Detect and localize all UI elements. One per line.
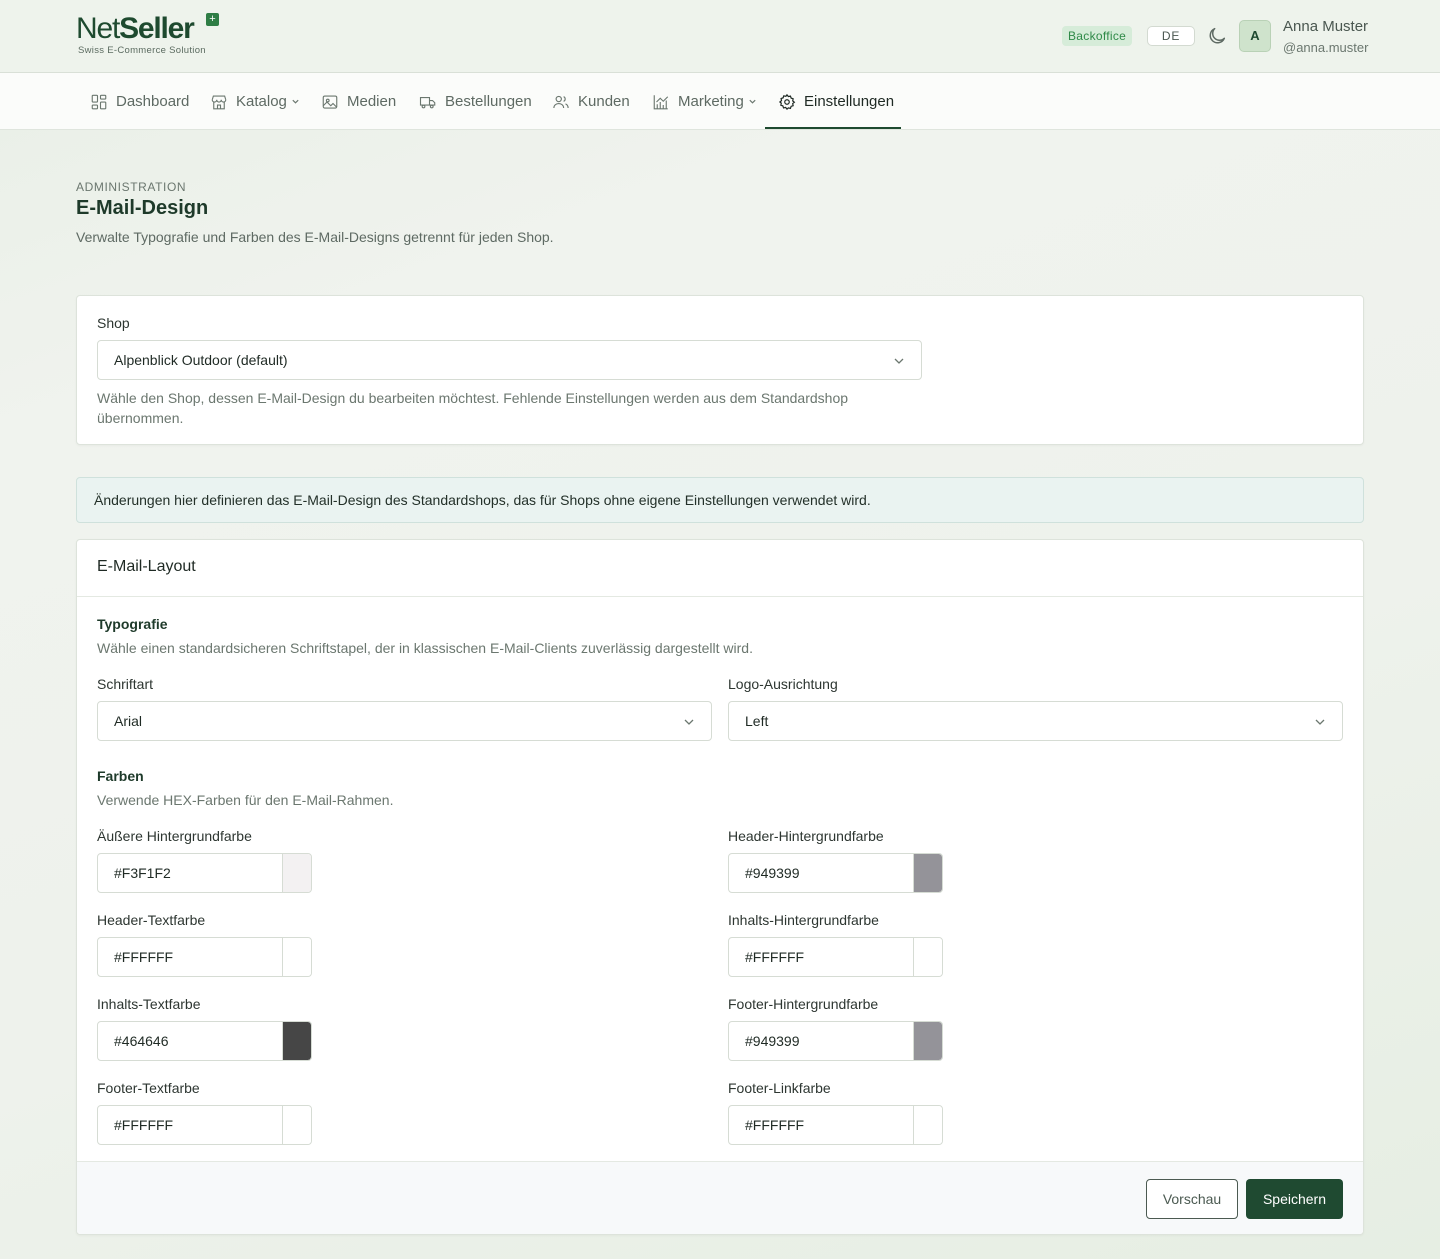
- chevron-down-icon: [749, 99, 756, 104]
- user-handle: @anna.muster: [1283, 40, 1369, 55]
- nav-item-kunden[interactable]: Kunden: [552, 73, 630, 130]
- footer-text-color-input[interactable]: #FFFFFF: [97, 1105, 312, 1145]
- user-name: Anna Muster: [1283, 18, 1369, 35]
- store-icon: [211, 94, 227, 109]
- nav-label: Einstellungen: [804, 93, 895, 110]
- color-value: #464646: [114, 1033, 169, 1049]
- shop-label: Shop: [97, 315, 130, 331]
- font-select[interactable]: Arial: [97, 701, 712, 741]
- font-select-value: Arial: [114, 713, 143, 729]
- nav-item-medien[interactable]: Medien: [321, 73, 396, 130]
- main-navigation: Dashboard Katalog Medien Bestellungen Ku…: [0, 73, 1440, 130]
- content-text-color-input[interactable]: #464646: [97, 1021, 312, 1061]
- chevron-down-icon: [894, 358, 904, 364]
- language-switcher[interactable]: DE: [1147, 26, 1195, 46]
- image-icon: [322, 94, 338, 109]
- header-background-color-input[interactable]: #949399: [728, 853, 943, 893]
- info-alert: Änderungen hier definieren das E-Mail-De…: [76, 477, 1364, 523]
- chevron-down-icon: [292, 99, 299, 104]
- color-value: #FFFFFF: [745, 1117, 805, 1133]
- page-description: Verwalte Typografie und Farben des E-Mai…: [76, 229, 554, 245]
- users-icon: [553, 95, 569, 108]
- logo-alignment-label: Logo-Ausrichtung: [728, 676, 838, 692]
- color-label: Header-Hintergrundfarbe: [728, 828, 884, 844]
- nav-item-katalog[interactable]: Katalog: [210, 73, 300, 130]
- colors-title: Farben: [97, 768, 144, 784]
- netseller-logo[interactable]: NetSeller + Swiss E-Commerce Solution: [76, 12, 226, 58]
- color-value: #FFFFFF: [114, 1117, 174, 1133]
- color-swatch[interactable]: [913, 1022, 942, 1060]
- color-label: Footer-Hintergrundfarbe: [728, 996, 879, 1012]
- logo-alignment-select[interactable]: Left: [728, 701, 1343, 741]
- shop-select-value: Alpenblick Outdoor (default): [114, 352, 288, 368]
- content-background-color-input[interactable]: #FFFFFF: [728, 937, 943, 977]
- color-label: Header-Textfarbe: [97, 912, 206, 928]
- logo-alignment-value: Left: [745, 713, 769, 729]
- color-label: Inhalts-Textfarbe: [97, 996, 201, 1012]
- color-label: Äußere Hintergrundfarbe: [97, 828, 252, 844]
- logo-text-net: Net: [76, 12, 120, 45]
- moon-icon: [1209, 27, 1226, 44]
- top-header: NetSeller + Swiss E-Commerce Solution Ba…: [0, 0, 1440, 73]
- font-label: Schriftart: [97, 676, 154, 692]
- chevron-down-icon: [684, 719, 694, 725]
- gear-icon: [778, 93, 796, 110]
- theme-toggle-button[interactable]: [1206, 25, 1228, 47]
- footer-link-color-input[interactable]: #FFFFFF: [728, 1105, 943, 1145]
- save-button[interactable]: Speichern: [1246, 1179, 1343, 1219]
- logo-tagline: Swiss E-Commerce Solution: [78, 45, 206, 56]
- color-swatch[interactable]: [913, 854, 942, 892]
- footer-background-color-input[interactable]: #949399: [728, 1021, 943, 1061]
- color-swatch[interactable]: [913, 938, 942, 976]
- page-eyebrow: ADMINISTRATION: [76, 180, 187, 194]
- header-text-color-input[interactable]: #FFFFFF: [97, 937, 312, 977]
- logo-text-seller: Seller: [119, 12, 195, 45]
- shop-card: Shop Alpenblick Outdoor (default) Wähle …: [76, 295, 1364, 445]
- color-swatch[interactable]: [282, 938, 311, 976]
- card-header: E-Mail-Layout: [77, 540, 1363, 597]
- color-label: Footer-Linkfarbe: [728, 1080, 831, 1096]
- card-title: E-Mail-Layout: [97, 558, 196, 575]
- color-value: #FFFFFF: [745, 949, 805, 965]
- email-layout-card: E-Mail-Layout Typografie Wähle einen sta…: [76, 539, 1364, 1235]
- nav-label: Marketing: [678, 93, 744, 110]
- color-swatch[interactable]: [282, 854, 311, 892]
- nav-label: Katalog: [236, 93, 287, 110]
- nav-label: Bestellungen: [445, 93, 532, 110]
- color-swatch[interactable]: [282, 1022, 311, 1060]
- nav-item-einstellungen[interactable]: Einstellungen: [778, 73, 894, 130]
- nav-label: Dashboard: [116, 93, 190, 110]
- shop-select[interactable]: Alpenblick Outdoor (default): [97, 340, 922, 380]
- nav-label: Kunden: [578, 93, 630, 110]
- outer-background-color-input[interactable]: #F3F1F2: [97, 853, 312, 893]
- active-tab-indicator: [765, 127, 901, 129]
- shop-help-text: Wähle den Shop, dessen E-Mail-Design du …: [97, 390, 849, 426]
- nav-label: Medien: [347, 93, 397, 110]
- color-swatch[interactable]: [913, 1106, 942, 1144]
- colors-description: Verwende HEX-Farben für den E-Mail-Rahme…: [97, 792, 394, 808]
- color-value: #949399: [745, 865, 800, 881]
- page-title: E-Mail-Design: [76, 197, 209, 219]
- backoffice-badge: Backoffice: [1062, 26, 1133, 46]
- chevron-down-icon: [1315, 719, 1325, 725]
- color-label: Inhalts-Hintergrundfarbe: [728, 912, 879, 928]
- color-value: #949399: [745, 1033, 800, 1049]
- truck-icon: [419, 96, 436, 108]
- card-footer: Vorschau Speichern: [77, 1161, 1363, 1234]
- avatar[interactable]: A: [1239, 20, 1271, 52]
- preview-button[interactable]: Vorschau: [1146, 1179, 1238, 1219]
- nav-item-marketing[interactable]: Marketing: [652, 73, 757, 130]
- typography-description: Wähle einen standardsicheren Schriftstap…: [97, 640, 753, 656]
- typography-title: Typografie: [97, 616, 168, 632]
- logo-plus-icon: +: [206, 13, 219, 26]
- chart-icon: [653, 94, 669, 109]
- nav-item-bestellungen[interactable]: Bestellungen: [419, 73, 532, 130]
- color-swatch[interactable]: [282, 1106, 311, 1144]
- color-value: #F3F1F2: [114, 865, 171, 881]
- dashboard-icon: [91, 94, 107, 109]
- nav-item-dashboard[interactable]: Dashboard: [90, 73, 189, 130]
- color-value: #FFFFFF: [114, 949, 174, 965]
- color-label: Footer-Textfarbe: [97, 1080, 200, 1096]
